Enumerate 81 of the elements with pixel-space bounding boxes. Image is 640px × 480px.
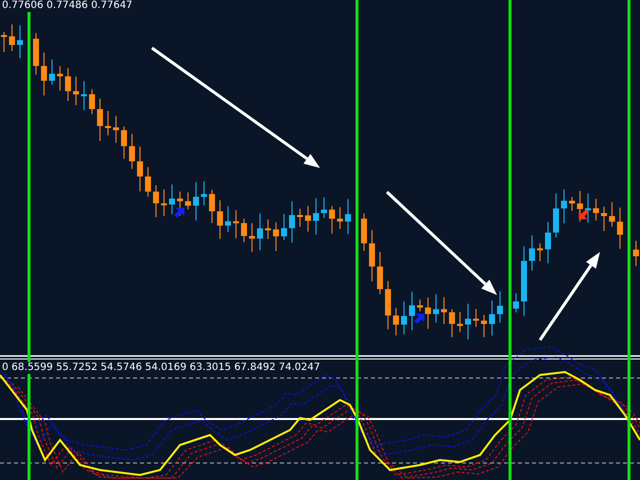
candlestick [89, 88, 95, 115]
candlestick [425, 297, 431, 330]
candlestick [137, 146, 143, 192]
candlestick [457, 311, 463, 333]
candlestick [169, 184, 175, 215]
candlestick [481, 314, 487, 338]
candlestick [361, 213, 367, 252]
candlestick [9, 24, 15, 52]
candlestick [385, 280, 391, 330]
down-arrow-icon [578, 209, 589, 220]
candlestick [609, 202, 615, 228]
candlestick [193, 182, 199, 221]
candlestick [633, 240, 639, 267]
candlestick [489, 300, 495, 336]
candlestick [113, 115, 119, 144]
candlestick [145, 166, 151, 198]
candlestick [121, 126, 127, 160]
candlestick [217, 200, 223, 240]
candlestick [337, 206, 343, 230]
candlestick [1, 32, 7, 52]
candlestick [545, 222, 551, 264]
candlestick [161, 188, 167, 217]
candlestick [513, 292, 519, 313]
candlestick [249, 222, 255, 252]
candlestick [417, 299, 423, 312]
up-arrow-icon [174, 208, 184, 218]
candlestick [185, 192, 191, 210]
candlestick [225, 206, 231, 232]
candlestick [345, 198, 351, 235]
candlestick [449, 308, 455, 338]
candlestick [553, 192, 559, 238]
candlestick [569, 196, 575, 212]
candlestick [73, 76, 79, 106]
candlestick [329, 205, 335, 234]
candlestick [321, 196, 327, 219]
candlestick [273, 222, 279, 252]
candlestick [265, 219, 271, 240]
candlestick [289, 200, 295, 243]
price-readout: 0.77606 0.77486 0.77647 [2, 0, 132, 12]
candlestick [241, 218, 247, 243]
candlestick [97, 98, 103, 142]
candlestick [561, 188, 567, 224]
candlestick [313, 198, 319, 236]
candlestick [297, 208, 303, 228]
candlestick [577, 190, 583, 222]
candlestick [49, 58, 55, 85]
candlestick [33, 32, 39, 76]
candlestick [521, 246, 527, 316]
candlestick [17, 24, 23, 59]
candlestick [377, 251, 383, 295]
candlestick [585, 192, 591, 224]
candlestick [593, 198, 599, 222]
candlestick [209, 189, 215, 224]
candlestick [529, 234, 535, 272]
candlestick [537, 242, 543, 262]
candlestick [465, 303, 471, 340]
candlestick [601, 206, 607, 232]
candlestick [257, 213, 263, 251]
candlestick [393, 307, 399, 336]
candlestick [81, 80, 87, 111]
indicator-readout: 0 68.5599 55.7252 54.5746 54.0169 63.3015 67.8492 74.0247 [2, 362, 320, 374]
up-arrow-icon [414, 314, 424, 324]
candlestick [57, 66, 63, 92]
candlestick [41, 52, 47, 96]
candlestick [433, 294, 439, 324]
candlestick [281, 214, 287, 240]
candlestick [409, 291, 415, 331]
candlestick [617, 207, 623, 250]
candlestick [305, 206, 311, 232]
candlestick [369, 230, 375, 282]
candlestick [497, 290, 503, 324]
candlestick [177, 191, 183, 216]
candlestick [153, 184, 159, 218]
candlestick [105, 110, 111, 136]
candlestick [233, 210, 239, 239]
candlestick [401, 301, 407, 335]
candlestick [473, 308, 479, 328]
candlestick [441, 296, 447, 324]
candlestick [201, 180, 207, 206]
candlestick [129, 133, 135, 170]
candlestick [65, 68, 71, 102]
